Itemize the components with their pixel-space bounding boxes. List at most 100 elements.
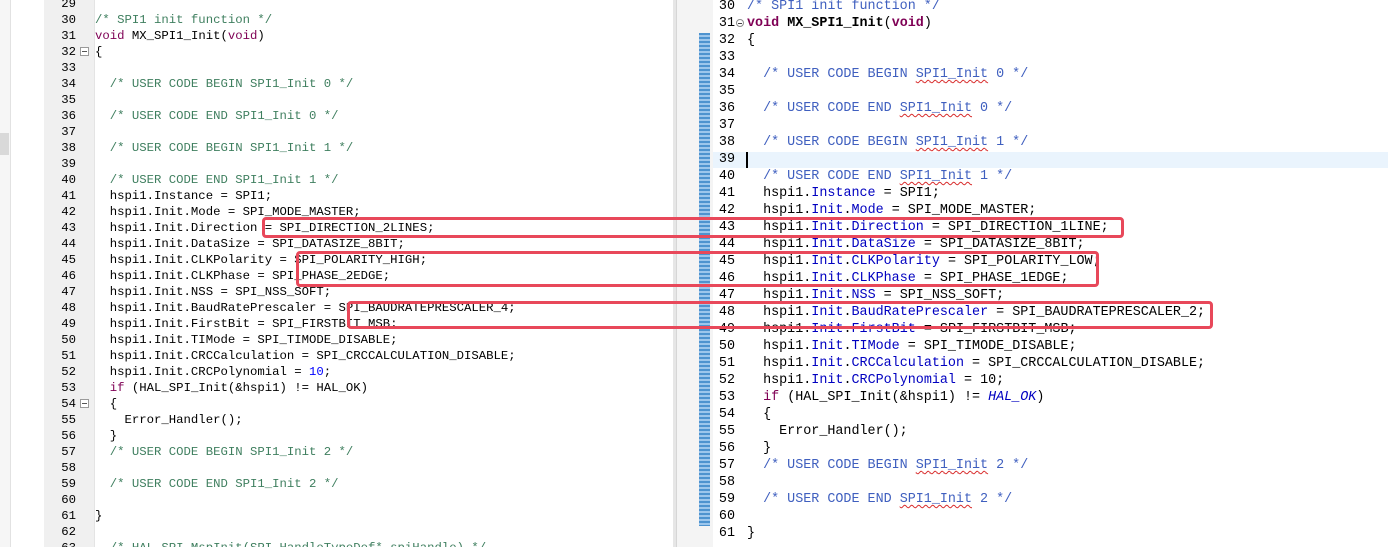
code-line[interactable]: 42 hspi1.Init.Mode = SPI_MODE_MASTER; — [677, 202, 1388, 219]
line-number: 46 — [718, 271, 735, 286]
code-line[interactable]: 51 hspi1.Init.CRCCalculation = SPI_CRCCA… — [677, 355, 1388, 372]
code-line[interactable]: 45 hspi1.Init.CLKPolarity = SPI_POLARITY… — [677, 253, 1388, 270]
line-number: 58 — [61, 461, 76, 475]
code-line[interactable]: 37 — [677, 117, 1388, 134]
code-text: /* USER CODE BEGIN SPI1_Init 1 */ — [95, 141, 354, 155]
line-number: 34 — [718, 67, 735, 82]
code-line[interactable]: 60 — [677, 508, 1388, 525]
code-text: hspi1.Init.CLKPolarity = SPI_POLARITY_HI… — [95, 253, 428, 267]
code-line[interactable]: 45 hspi1.Init.CLKPolarity = SPI_POLARITY… — [0, 252, 676, 268]
line-number: 41 — [61, 189, 76, 203]
code-line[interactable]: 58 — [0, 460, 676, 476]
code-line[interactable]: 50 hspi1.Init.TIMode = SPI_TIMODE_DISABL… — [677, 338, 1388, 355]
code-line[interactable]: 44 hspi1.Init.DataSize = SPI_DATASIZE_8B… — [0, 236, 676, 252]
code-line[interactable]: 47 hspi1.Init.NSS = SPI_NSS_SOFT; — [677, 287, 1388, 304]
code-line[interactable]: 57 /* USER CODE BEGIN SPI1_Init 2 */ — [677, 457, 1388, 474]
code-text: /* USER CODE BEGIN SPI1_Init 1 */ — [747, 135, 1029, 150]
code-line[interactable]: 40 /* USER CODE END SPI1_Init 1 */ — [677, 168, 1388, 185]
code-line[interactable]: 54 { — [677, 406, 1388, 423]
code-line[interactable]: 48 hspi1.Init.BaudRatePrescaler = SPI_BA… — [0, 300, 676, 316]
code-line[interactable]: 56 } — [0, 428, 676, 444]
code-line[interactable]: 55 Error_Handler(); — [677, 423, 1388, 440]
line-number: 29 — [61, 0, 76, 11]
code-line[interactable]: 31 void MX_SPI1_Init(void) — [677, 15, 1388, 32]
code-line[interactable]: 61} — [677, 525, 1388, 542]
code-line[interactable]: 38 /* USER CODE BEGIN SPI1_Init 1 */ — [677, 134, 1388, 151]
code-line[interactable]: 54 { — [0, 396, 676, 412]
code-text: Error_Handler(); — [95, 413, 243, 427]
code-line[interactable]: 59 /* USER CODE END SPI1_Init 2 */ — [677, 491, 1388, 508]
code-line[interactable]: 47 hspi1.Init.NSS = SPI_NSS_SOFT; — [0, 284, 676, 300]
code-line[interactable]: 30 /* SPI1 init function */ — [677, 0, 1388, 15]
code-line[interactable]: 42 hspi1.Init.Mode = SPI_MODE_MASTER; — [0, 204, 676, 220]
code-line[interactable]: 58 — [677, 474, 1388, 491]
code-text: hspi1.Init.FirstBit = SPI_FIRSTBIT_MSB; — [747, 322, 1077, 337]
code-line[interactable]: 57 /* USER CODE BEGIN SPI1_Init 2 */ — [0, 444, 676, 460]
code-line[interactable]: 49 hspi1.Init.FirstBit = SPI_FIRSTBIT_MS… — [0, 316, 676, 332]
code-line[interactable]: 52 hspi1.Init.CRCPolynomial = 10; — [677, 372, 1388, 389]
code-line[interactable]: 53 if (HAL_SPI_Init(&hspi1) != HAL_OK) — [677, 389, 1388, 406]
code-line[interactable]: 43 hspi1.Init.Direction = SPI_DIRECTION_… — [677, 219, 1388, 236]
line-number: 61 — [718, 526, 735, 541]
code-text: } — [747, 441, 772, 456]
code-line[interactable]: 30 /* SPI1 init function */ — [0, 12, 676, 28]
code-line[interactable]: 41 hspi1.Instance = SPI1; — [677, 185, 1388, 202]
code-line[interactable]: 41 hspi1.Instance = SPI1; — [0, 188, 676, 204]
code-line[interactable]: 36 /* USER CODE END SPI1_Init 0 */ — [677, 100, 1388, 117]
code-line[interactable]: 53 if (HAL_SPI_Init(&hspi1) != HAL_OK) — [0, 380, 676, 396]
code-line[interactable]: 29 — [0, 0, 676, 12]
code-line[interactable]: 32 { — [677, 32, 1388, 49]
fold-toggle-icon[interactable] — [80, 399, 89, 408]
code-line[interactable]: 40 /* USER CODE END SPI1_Init 1 */ — [0, 172, 676, 188]
code-text: /* USER CODE BEGIN SPI1_Init 2 */ — [747, 458, 1029, 473]
code-line[interactable]: 56 } — [677, 440, 1388, 457]
code-line[interactable]: 51 hspi1.Init.CRCCalculation = SPI_CRCCA… — [0, 348, 676, 364]
code-line[interactable]: 59 /* USER CODE END SPI1_Init 2 */ — [0, 476, 676, 492]
line-number: 47 — [718, 288, 735, 303]
code-line[interactable]: 33 — [677, 49, 1388, 66]
fold-toggle-icon[interactable] — [736, 19, 744, 27]
line-number: 32 — [61, 45, 76, 59]
code-line[interactable]: 44 hspi1.Init.DataSize = SPI_DATASIZE_8B… — [677, 236, 1388, 253]
code-line[interactable]: 38 /* USER CODE BEGIN SPI1_Init 1 */ — [0, 140, 676, 156]
code-line[interactable]: 62 — [0, 524, 676, 540]
code-line[interactable]: 46 hspi1.Init.CLKPhase = SPI_PHASE_2EDGE… — [0, 268, 676, 284]
code-text: { — [747, 33, 756, 48]
code-line[interactable]: 32 { — [0, 44, 676, 60]
code-text: hspi1.Init.BaudRatePrescaler = SPI_BAUDR… — [747, 305, 1206, 320]
left-code-editor[interactable]: 29 30 /* SPI1 init function */ 31 void MX_SP… — [0, 0, 676, 547]
line-number: 63 — [50, 540, 76, 547]
code-text: /* USER CODE END SPI1_Init 0 */ — [747, 101, 1013, 116]
code-line[interactable]: 50 hspi1.Init.TIMode = SPI_TIMODE_DISABL… — [0, 332, 676, 348]
code-line[interactable]: 48 hspi1.Init.BaudRatePrescaler = SPI_BA… — [677, 304, 1388, 321]
line-number: 57 — [61, 445, 76, 459]
line-number: 48 — [61, 301, 76, 315]
code-line[interactable]: 37 — [0, 124, 676, 140]
code-line[interactable]: 49 hspi1.Init.FirstBit = SPI_FIRSTBIT_MS… — [677, 321, 1388, 338]
code-line[interactable]: 34 /* USER CODE BEGIN SPI1_Init 0 */ — [0, 76, 676, 92]
code-line[interactable]: 34 /* USER CODE BEGIN SPI1_Init 0 */ — [677, 66, 1388, 83]
code-line[interactable]: 33 — [0, 60, 676, 76]
line-number: 38 — [61, 141, 76, 155]
line-number: 35 — [61, 93, 76, 107]
code-line[interactable]: 39 — [0, 156, 676, 172]
code-line[interactable]: 61} — [0, 508, 676, 524]
code-text: } — [747, 526, 756, 541]
line-number: 55 — [61, 413, 76, 427]
code-line[interactable]: 60 — [0, 492, 676, 508]
code-line[interactable]: 55 Error_Handler(); — [0, 412, 676, 428]
code-line[interactable]: 46 hspi1.Init.CLKPhase = SPI_PHASE_1EDGE… — [677, 270, 1388, 287]
code-line[interactable]: 63 /* HAL_SPI_MspInit(SPI_HandleTypeDef*… — [0, 540, 676, 547]
right-code-editor[interactable]: 30 /* SPI1 init function */ 31 void MX_SPI1… — [676, 0, 1388, 547]
code-line[interactable]: 31 void MX_SPI1_Init(void) — [0, 28, 676, 44]
code-line[interactable]: 35 — [677, 83, 1388, 100]
code-text: hspi1.Init.CRCPolynomial = 10; — [747, 373, 1005, 388]
code-line[interactable]: 36 /* USER CODE END SPI1_Init 0 */ — [0, 108, 676, 124]
code-line[interactable]: 52 hspi1.Init.CRCPolynomial = 10; — [0, 364, 676, 380]
fold-toggle-icon[interactable] — [80, 47, 89, 56]
line-number: 44 — [718, 237, 735, 252]
line-number: 34 — [61, 77, 76, 91]
code-line[interactable]: 43 hspi1.Init.Direction = SPI_DIRECTION_… — [0, 220, 676, 236]
code-line[interactable]: 39 — [677, 151, 1388, 168]
code-line[interactable]: 35 — [0, 92, 676, 108]
